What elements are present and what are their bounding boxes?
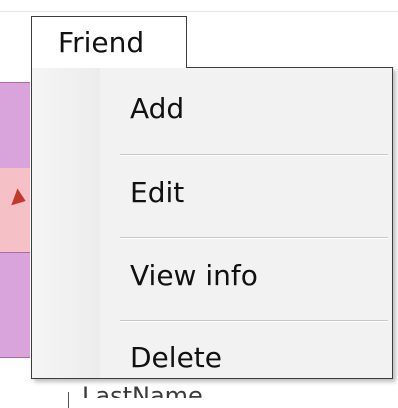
menu-item-view-info-label: View info	[130, 259, 258, 292]
menu-item-edit[interactable]: Edit	[34, 162, 390, 224]
menu-friend-label: Friend	[58, 26, 145, 59]
menu-item-add-label: Add	[130, 92, 185, 125]
menu-item-view-info[interactable]: View info	[34, 245, 390, 307]
background-row-pink	[0, 168, 30, 253]
app-window: LastName Friend Add Edit View info Delet…	[0, 0, 398, 408]
background-row-purple	[0, 82, 30, 170]
menu-item-delete[interactable]: Delete	[34, 327, 390, 389]
menu-item-edit-label: Edit	[130, 176, 185, 209]
friend-dropdown-menu: Add Edit View info Delete	[31, 67, 393, 379]
background-divider	[68, 392, 69, 408]
menubar-divider	[0, 11, 398, 12]
menu-item-add[interactable]: Add	[34, 78, 390, 140]
menu-friend[interactable]: Friend	[31, 16, 187, 68]
menu-separator	[120, 237, 388, 239]
menu-separator	[120, 154, 388, 156]
menu-item-delete-label: Delete	[130, 341, 222, 374]
background-row-purple-lower	[0, 253, 30, 358]
menu-separator	[120, 320, 388, 322]
